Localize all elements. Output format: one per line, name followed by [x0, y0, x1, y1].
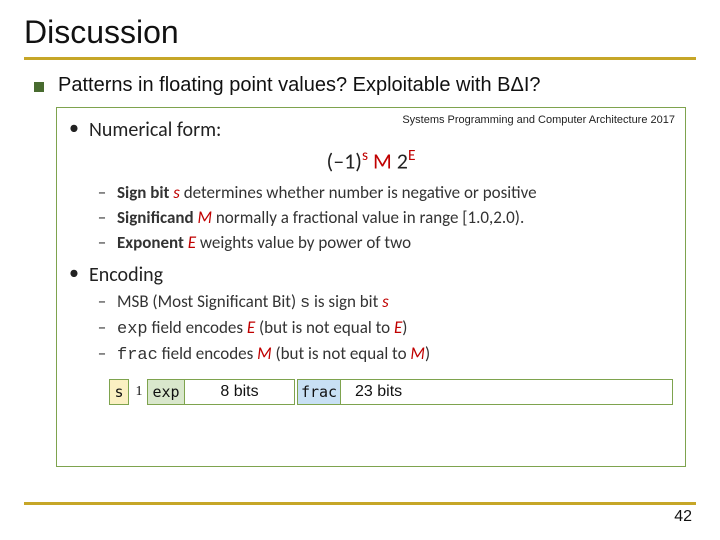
field-frac-width: 23 bits: [341, 379, 673, 405]
line-sign-text: Sign bit s determines whether number is …: [117, 182, 537, 203]
citation: Systems Programming and Computer Archite…: [402, 114, 675, 126]
dash-icon: –: [97, 291, 107, 313]
page-number: 42: [24, 508, 696, 526]
bullet-dot-icon: •: [69, 118, 79, 142]
content-panel: Systems Programming and Computer Archite…: [56, 107, 686, 467]
bullet-text: Patterns in floating point values? Explo…: [58, 74, 541, 97]
field-exp: exp: [147, 379, 185, 405]
bullet-square-icon: [34, 82, 44, 92]
formula: (–1)s M 2E: [69, 146, 673, 174]
bullet-level1: Patterns in floating point values? Explo…: [34, 74, 692, 97]
formula-neg1: (–1): [327, 147, 362, 174]
footer: 42: [24, 502, 696, 526]
slide-body: Patterns in floating point values? Explo…: [24, 60, 696, 467]
slide-title: Discussion: [24, 14, 696, 51]
slide: Discussion Patterns in floating point va…: [0, 0, 720, 540]
line-enc-frac: – frac field encodes M (but is not equal…: [97, 343, 673, 365]
dash-icon: –: [97, 343, 107, 365]
line-msb-text: MSB (Most Significant Bit) s is sign bit…: [117, 291, 389, 313]
section-label: Numerical form:: [89, 118, 221, 142]
bullet-dot-icon: •: [69, 263, 79, 287]
dash-icon: –: [97, 232, 107, 253]
footer-rule: [24, 502, 696, 505]
bitfield-diagram: s 1 exp 8 bits frac 23 bits: [109, 379, 673, 405]
line-msb: – MSB (Most Significant Bit) s is sign b…: [97, 291, 673, 313]
dash-icon: –: [97, 207, 107, 228]
line-enc-exp: – exp field encodes E (but is not equal …: [97, 317, 673, 339]
line-enc-frac-text: frac field encodes M (but is not equal t…: [117, 343, 430, 365]
line-enc-exp-text: exp field encodes E (but is not equal to…: [117, 317, 407, 339]
formula-2: 2: [397, 147, 408, 174]
field-exp-width: 8 bits: [185, 379, 295, 405]
line-significand-text: Significand M normally a fractional valu…: [117, 207, 524, 228]
formula-m: M: [368, 147, 397, 174]
field-sign-width: 1: [129, 379, 147, 405]
section-encoding: • Encoding: [69, 263, 673, 287]
line-sign: – Sign bit s determines whether number i…: [97, 182, 673, 203]
line-exponent: – Exponent E weights value by power of t…: [97, 232, 673, 253]
dash-icon: –: [97, 317, 107, 339]
dash-icon: –: [97, 182, 107, 203]
field-frac: frac: [297, 379, 341, 405]
section-label: Encoding: [89, 263, 163, 287]
formula-e: E: [408, 146, 416, 165]
line-significand: – Significand M normally a fractional va…: [97, 207, 673, 228]
field-sign: s: [109, 379, 129, 405]
line-exponent-text: Exponent E weights value by power of two: [117, 232, 411, 253]
